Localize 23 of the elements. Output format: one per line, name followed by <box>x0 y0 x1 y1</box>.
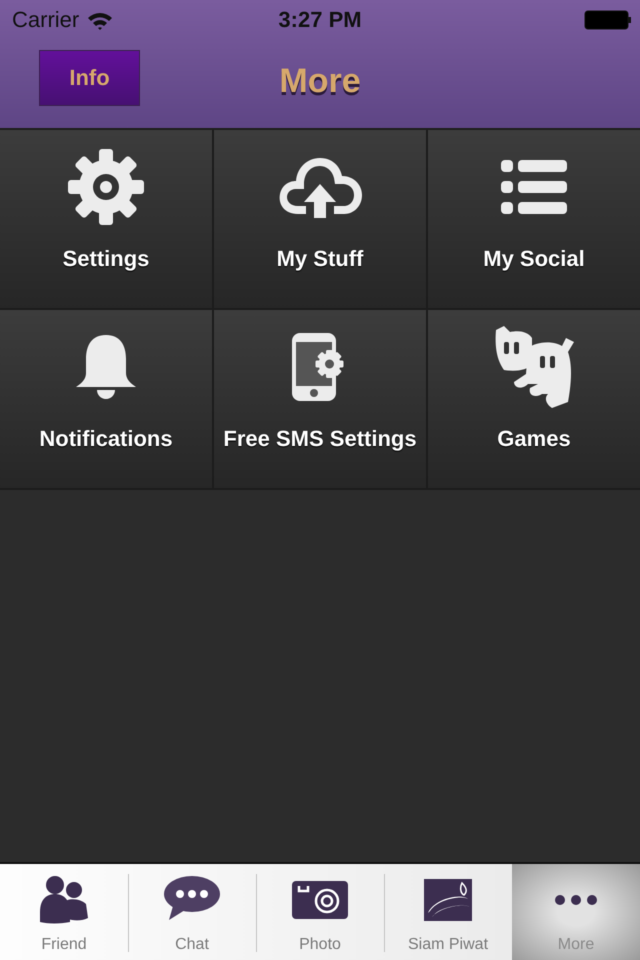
settings-icon <box>68 149 144 225</box>
bell-icon <box>75 335 137 399</box>
menu-tile[interactable]: Notifications <box>0 310 212 488</box>
battery-icon <box>584 10 632 30</box>
list-icon <box>501 160 567 214</box>
more-icon <box>554 894 598 906</box>
menu-tile[interactable]: Settings <box>0 130 212 308</box>
info-button[interactable]: Info <box>39 50 140 106</box>
tab-item[interactable]: Photo <box>256 864 384 960</box>
menu-tile[interactable]: Games <box>428 310 640 488</box>
people-icon <box>38 876 90 924</box>
tab-item[interactable]: Chat <box>128 864 256 960</box>
tab-item[interactable]: Friend <box>0 864 128 960</box>
status-time: 3:27 PM <box>278 7 362 32</box>
tab-item[interactable]: Siam Piwat <box>384 864 512 960</box>
screen-title: More <box>279 62 361 100</box>
menu-tile[interactable]: My Stuff <box>214 130 426 308</box>
carrier-name: Carrier <box>12 7 80 33</box>
camera-icon <box>292 881 348 919</box>
menu-tile[interactable]: My Social <box>428 130 640 308</box>
emblem-icon <box>424 879 472 921</box>
menu-tile[interactable]: Free SMS Settings <box>214 310 426 488</box>
wifi-icon <box>87 10 114 30</box>
